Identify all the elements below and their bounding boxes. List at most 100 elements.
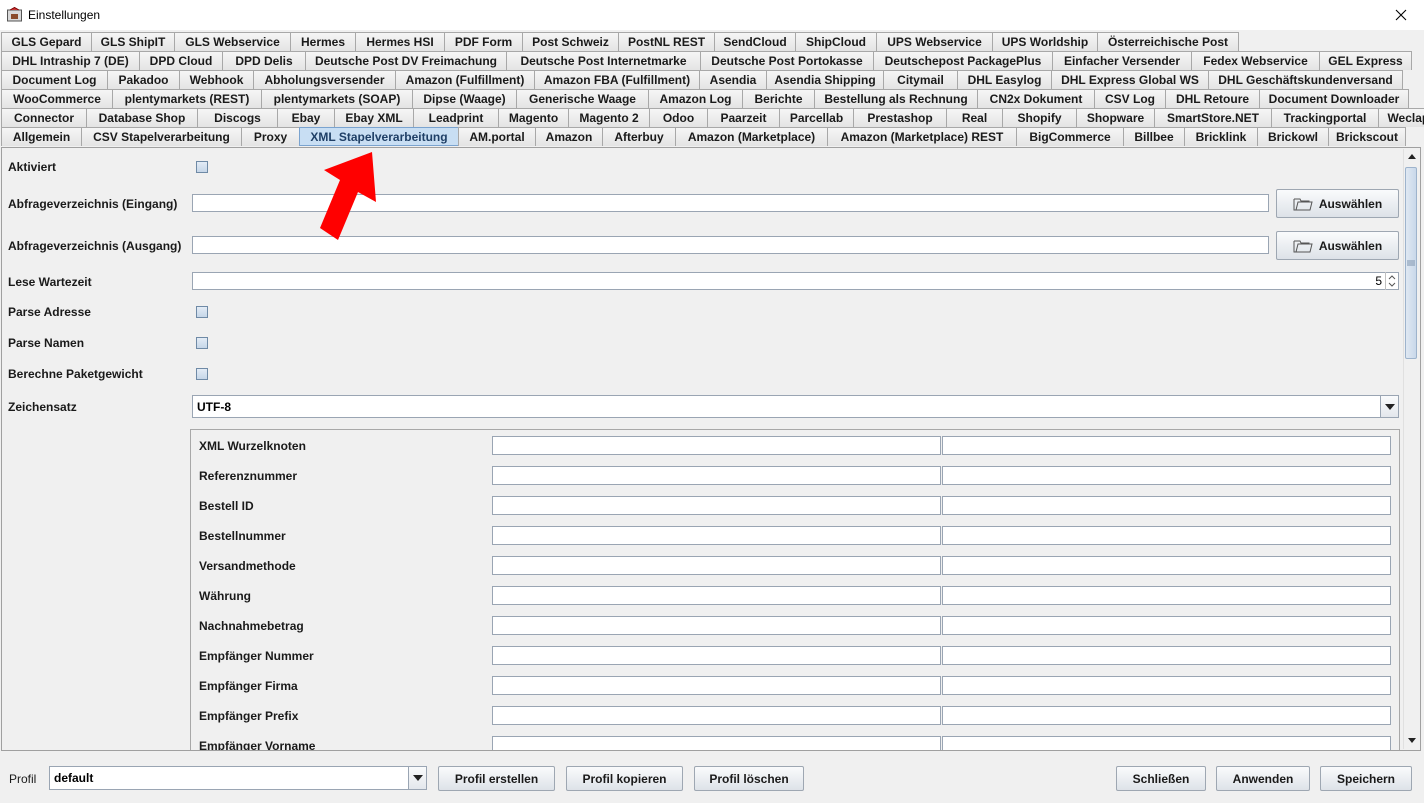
tab-dpd-cloud[interactable]: DPD Cloud	[139, 51, 223, 70]
scroll-thumb[interactable]	[1405, 167, 1417, 359]
tab-document-log[interactable]: Document Log	[1, 70, 108, 89]
anwenden-button[interactable]: Anwenden	[1216, 766, 1310, 791]
tab-cn2x-dokument[interactable]: CN2x Dokument	[977, 89, 1095, 108]
tab-billbee[interactable]: Billbee	[1123, 127, 1185, 146]
lese-wartezeit-spinner[interactable]: 5	[192, 272, 1399, 290]
mapping-xml-path-input[interactable]	[492, 526, 941, 545]
mapping-xml-path-input[interactable]	[492, 616, 941, 635]
tab-citymail[interactable]: Citymail	[883, 70, 958, 89]
tab-odoo[interactable]: Odoo	[649, 108, 708, 127]
profil-loeschen-button[interactable]: Profil löschen	[694, 766, 804, 791]
mapping-xml-path-input[interactable]	[492, 736, 941, 750]
tab-berichte[interactable]: Berichte	[742, 89, 815, 108]
schliessen-button[interactable]: Schließen	[1116, 766, 1206, 791]
tab-bricklink[interactable]: Bricklink	[1184, 127, 1258, 146]
tab-prestashop[interactable]: Prestashop	[853, 108, 947, 127]
tab-gls-gepard[interactable]: GLS Gepard	[1, 32, 92, 51]
ausgang-select-button[interactable]: Auswählen	[1276, 231, 1399, 260]
tab-database-shop[interactable]: Database Shop	[86, 108, 198, 127]
tab-leadprint[interactable]: Leadprint	[413, 108, 499, 127]
tab-sendcloud[interactable]: SendCloud	[714, 32, 796, 51]
tab-gls-shipit[interactable]: GLS ShipIT	[91, 32, 175, 51]
mapping-xml-path-input[interactable]	[492, 646, 941, 665]
tab-brickowl[interactable]: Brickowl	[1257, 127, 1329, 146]
tab-österreichische-post[interactable]: Österreichische Post	[1097, 32, 1239, 51]
mapping-xml-path-input[interactable]	[492, 676, 941, 695]
mapping-default-input[interactable]	[942, 736, 1391, 750]
tab-hermes-hsi[interactable]: Hermes HSI	[355, 32, 445, 51]
tab-discogs[interactable]: Discogs	[197, 108, 278, 127]
mapping-xml-path-input[interactable]	[492, 706, 941, 725]
speichern-button[interactable]: Speichern	[1320, 766, 1412, 791]
vertical-scrollbar[interactable]	[1403, 149, 1419, 749]
tab-pdf-form[interactable]: PDF Form	[444, 32, 523, 51]
zeichensatz-select[interactable]: UTF-8	[192, 395, 1399, 418]
mapping-default-input[interactable]	[942, 706, 1391, 725]
tab-magento-2[interactable]: Magento 2	[568, 108, 650, 127]
tab-proxy[interactable]: Proxy	[241, 127, 300, 146]
spinner-arrows[interactable]	[1385, 272, 1398, 290]
tab-csv-stapelverarbeitung[interactable]: CSV Stapelverarbeitung	[81, 127, 242, 146]
tab-abholungsversender[interactable]: Abholungsversender	[253, 70, 396, 89]
tab-allgemein[interactable]: Allgemein	[1, 127, 82, 146]
mapping-xml-path-input[interactable]	[492, 586, 941, 605]
tab-amazon-log[interactable]: Amazon Log	[648, 89, 743, 108]
mapping-default-input[interactable]	[942, 586, 1391, 605]
tab-webhook[interactable]: Webhook	[179, 70, 254, 89]
tab-shopify[interactable]: Shopify	[1002, 108, 1077, 127]
profil-select[interactable]: default	[49, 766, 427, 790]
tab-generische-waage[interactable]: Generische Waage	[516, 89, 649, 108]
tab-deutsche-post-portokasse[interactable]: Deutsche Post Portokasse	[700, 51, 874, 70]
tab-dpd-delis[interactable]: DPD Delis	[222, 51, 306, 70]
tab-amazon[interactable]: Amazon	[535, 127, 603, 146]
paketgewicht-checkbox[interactable]	[196, 368, 208, 380]
tab-shipcloud[interactable]: ShipCloud	[795, 32, 877, 51]
tab-dhl-express-global-ws[interactable]: DHL Express Global WS	[1051, 70, 1209, 89]
tab-asendia-shipping[interactable]: Asendia Shipping	[766, 70, 884, 89]
tab-bestellung-als-rechnung[interactable]: Bestellung als Rechnung	[814, 89, 978, 108]
tab-dhl-geschäftskundenversand[interactable]: DHL Geschäftskundenversand	[1208, 70, 1403, 89]
tab-am-portal[interactable]: AM.portal	[458, 127, 536, 146]
aktiviert-checkbox[interactable]	[196, 161, 208, 173]
tab-dhl-retoure[interactable]: DHL Retoure	[1165, 89, 1260, 108]
profil-dropdown-button[interactable]	[408, 767, 426, 789]
scroll-up-button[interactable]	[1404, 149, 1419, 163]
tab-gls-webservice[interactable]: GLS Webservice	[174, 32, 291, 51]
tab-ups-worldship[interactable]: UPS Worldship	[992, 32, 1098, 51]
tab-paarzeit[interactable]: Paarzeit	[707, 108, 780, 127]
mapping-default-input[interactable]	[942, 646, 1391, 665]
tab-asendia[interactable]: Asendia	[699, 70, 767, 89]
tab-brickscout[interactable]: Brickscout	[1328, 127, 1406, 146]
close-window-button[interactable]	[1378, 0, 1424, 30]
tab-smartstore-net[interactable]: SmartStore.NET	[1154, 108, 1272, 127]
tab-dhl-easylog[interactable]: DHL Easylog	[957, 70, 1052, 89]
tab-dhl-intraship-7-de[interactable]: DHL Intraship 7 (DE)	[1, 51, 140, 70]
scroll-down-button[interactable]	[1404, 733, 1419, 747]
tab-ebay[interactable]: Ebay	[277, 108, 335, 127]
mapping-xml-path-input[interactable]	[492, 496, 941, 515]
mapping-xml-path-input[interactable]	[492, 556, 941, 575]
tab-afterbuy[interactable]: Afterbuy	[602, 127, 676, 146]
mapping-default-input[interactable]	[942, 496, 1391, 515]
tab-amazon-fba-fulfillment[interactable]: Amazon FBA (Fulfillment)	[534, 70, 700, 89]
tab-amazon-fulfillment[interactable]: Amazon (Fulfillment)	[395, 70, 535, 89]
tab-gel-express[interactable]: GEL Express	[1319, 51, 1412, 70]
mapping-default-input[interactable]	[942, 616, 1391, 635]
parse-namen-checkbox[interactable]	[196, 337, 208, 349]
profil-erstellen-button[interactable]: Profil erstellen	[438, 766, 555, 791]
tab-trackingportal[interactable]: Trackingportal	[1271, 108, 1379, 127]
tab-document-downloader[interactable]: Document Downloader	[1259, 89, 1409, 108]
mapping-default-input[interactable]	[942, 466, 1391, 485]
tab-dipse-waage[interactable]: Dipse (Waage)	[412, 89, 517, 108]
tab-einfacher-versender[interactable]: Einfacher Versender	[1052, 51, 1192, 70]
mapping-default-input[interactable]	[942, 676, 1391, 695]
tab-pakadoo[interactable]: Pakadoo	[107, 70, 180, 89]
tab-amazon-marketplace[interactable]: Amazon (Marketplace)	[675, 127, 828, 146]
tab-connector[interactable]: Connector	[1, 108, 87, 127]
zeichensatz-dropdown-button[interactable]	[1380, 396, 1398, 417]
tab-real[interactable]: Real	[946, 108, 1003, 127]
tab-woocommerce[interactable]: WooCommerce	[1, 89, 113, 108]
tab-parcellab[interactable]: Parcellab	[779, 108, 854, 127]
tab-weclapp[interactable]: Weclapp	[1378, 108, 1424, 127]
tab-xml-stapelverarbeitung[interactable]: XML Stapelverarbeitung	[299, 127, 459, 146]
